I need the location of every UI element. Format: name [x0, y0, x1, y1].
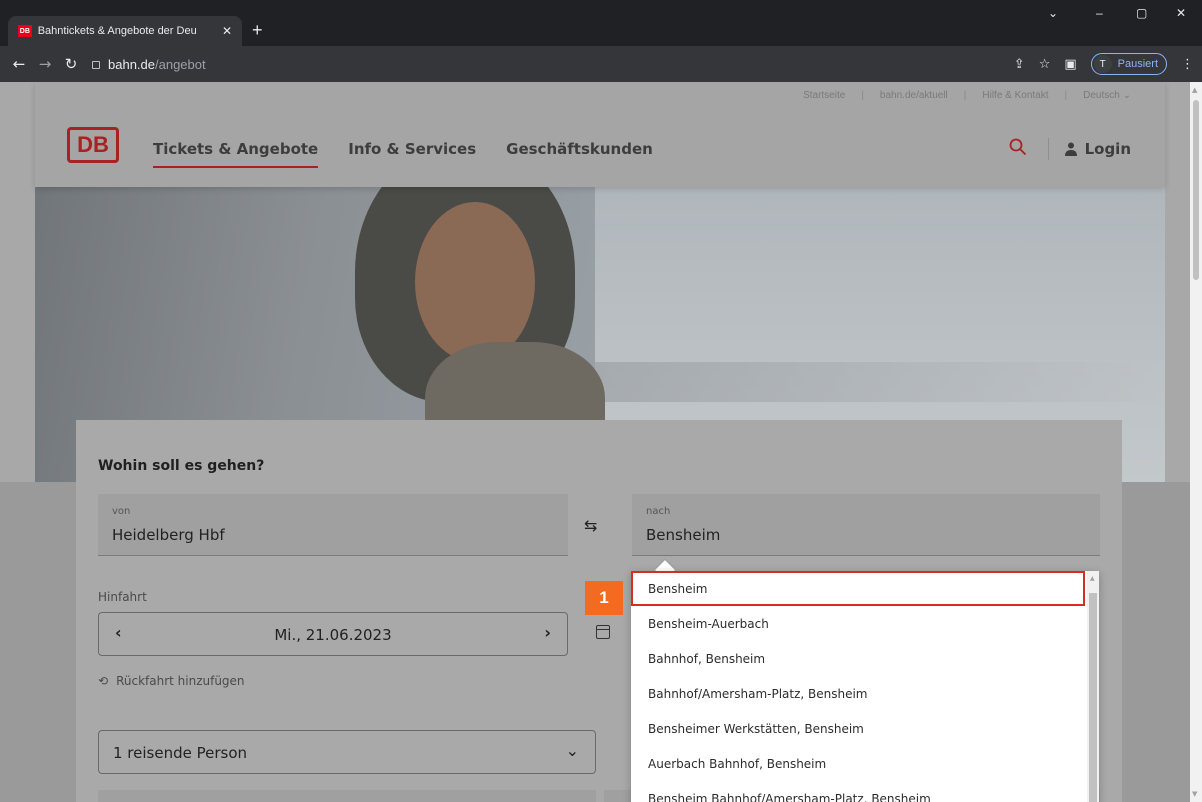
nav-tickets-angebote[interactable]: Tickets & Angebote — [153, 140, 319, 168]
chevron-down-icon: ⌄ — [565, 741, 579, 760]
close-tab-icon[interactable]: ✕ — [222, 24, 232, 38]
url-path: /angebot — [155, 56, 206, 72]
to-value: Bensheim — [646, 526, 721, 544]
separator: | — [861, 90, 864, 101]
utility-nav: Startseite | bahn.de/aktuell | Hilfe & K… — [803, 90, 1131, 101]
avatar: T — [1093, 55, 1112, 73]
back-icon[interactable]: ← — [6, 55, 32, 73]
scroll-down-icon[interactable]: ▼ — [1192, 790, 1197, 798]
language-selector[interactable]: Deutsch ⌄ — [1083, 90, 1131, 101]
main-nav: Tickets & Angebote Info & Services Gesch… — [153, 140, 653, 168]
to-field[interactable]: nach Bensheim — [632, 494, 1100, 556]
return-trip-icon: ⟲ — [98, 674, 109, 688]
from-label: von — [112, 506, 131, 517]
browser-tab[interactable]: DB Bahntickets & Angebote der Deu ✕ — [8, 16, 242, 46]
user-icon — [1064, 142, 1077, 156]
suggestion-item[interactable]: Auerbach Bahnhof, Bensheim — [631, 746, 1099, 781]
swap-icon[interactable]: ⇆ — [584, 516, 597, 535]
profile-button[interactable]: T Pausiert — [1090, 53, 1167, 75]
utility-link-startseite[interactable]: Startseite — [803, 90, 845, 101]
travellers-value: 1 reisende Person — [113, 744, 248, 762]
add-return-link[interactable]: ⟲ Rückfahrt hinzufügen — [98, 674, 245, 688]
site-header: Startseite | bahn.de/aktuell | Hilfe & K… — [35, 82, 1165, 187]
suggestion-item[interactable]: Bensheim Bahnhof/Amersham-Platz, Benshei… — [631, 781, 1099, 802]
suggestion-item[interactable]: Bahnhof/Amersham-Platz, Bensheim — [631, 676, 1099, 711]
utility-link-hilfe[interactable]: Hilfe & Kontakt — [982, 90, 1048, 101]
minimize-icon[interactable]: – — [1096, 6, 1103, 20]
dropdown-scroll-thumb[interactable] — [1089, 593, 1097, 802]
bottom-field-left[interactable] — [98, 790, 596, 802]
menu-kebab-icon[interactable]: ⋮ — [1181, 57, 1194, 72]
address-bar: ← → ↻ bahn.de/angebot ⇪ ☆ ▣ T Pausiert ⋮ — [0, 46, 1202, 82]
scroll-up-icon[interactable]: ▲ — [1090, 575, 1095, 582]
suggestion-item[interactable]: Bahnhof, Bensheim — [631, 641, 1099, 676]
date-value[interactable]: Mi., 21.06.2023 — [99, 626, 567, 644]
url-host: bahn.de — [108, 56, 155, 72]
suggestion-item[interactable]: Bensheim-Auerbach — [631, 606, 1099, 641]
chevron-down-icon: ⌄ — [1122, 90, 1131, 101]
bookmark-star-icon[interactable]: ☆ — [1039, 57, 1051, 72]
return-label: Rückfahrt hinzufügen — [116, 674, 245, 688]
next-day-icon[interactable]: › — [544, 623, 551, 642]
from-field[interactable]: von Heidelberg Hbf — [98, 494, 568, 556]
to-label: nach — [646, 506, 671, 517]
tab-search-icon[interactable]: ⌄ — [1048, 6, 1058, 20]
station-suggestions: Bensheim Bensheim-Auerbach Bahnhof, Bens… — [631, 571, 1099, 802]
step-marker: 1 — [585, 581, 623, 615]
reload-icon[interactable]: ↻ — [58, 55, 84, 73]
search-icon[interactable] — [1009, 138, 1027, 156]
lock-icon — [92, 61, 100, 69]
hero-rail — [595, 362, 1165, 402]
side-panel-icon[interactable]: ▣ — [1064, 57, 1076, 72]
nav-geschaeftskunden[interactable]: Geschäftskunden — [506, 140, 653, 168]
calendar-icon[interactable] — [596, 625, 610, 639]
share-icon[interactable]: ⇪ — [1014, 57, 1025, 72]
new-tab-icon[interactable]: + — [252, 20, 263, 41]
search-title: Wohin soll es gehen? — [98, 458, 265, 474]
url-field[interactable]: bahn.de/angebot — [92, 57, 206, 72]
browser-tab-bar: DB Bahntickets & Angebote der Deu ✕ + ⌄ … — [0, 0, 1202, 46]
suggestion-item[interactable]: Bensheim — [631, 571, 1085, 606]
page-scrollbar[interactable]: ▲ ▼ — [1190, 82, 1202, 802]
nav-info-services[interactable]: Info & Services — [348, 140, 476, 168]
dropdown-scrollbar[interactable]: ▲ — [1087, 571, 1099, 802]
from-value: Heidelberg Hbf — [112, 526, 225, 544]
profile-status: Pausiert — [1117, 58, 1158, 70]
outbound-label: Hinfahrt — [98, 590, 147, 604]
separator: | — [1064, 90, 1068, 101]
scroll-thumb[interactable] — [1193, 100, 1199, 280]
separator: | — [963, 90, 967, 101]
forward-icon[interactable]: → — [32, 55, 58, 73]
db-favicon-icon: DB — [18, 25, 32, 37]
login-button[interactable]: Login — [1064, 140, 1131, 158]
date-selector: ‹ Mi., 21.06.2023 › — [98, 612, 568, 656]
divider — [1048, 138, 1049, 160]
close-window-icon[interactable]: ✕ — [1176, 6, 1186, 20]
language-label: Deutsch — [1083, 90, 1120, 101]
utility-link-aktuell[interactable]: bahn.de/aktuell — [880, 90, 948, 101]
scroll-up-icon[interactable]: ▲ — [1192, 86, 1197, 94]
travellers-select[interactable]: 1 reisende Person ⌄ — [98, 730, 596, 774]
suggestion-item[interactable]: Bensheimer Werkstätten, Bensheim — [631, 711, 1099, 746]
hero-face — [415, 202, 535, 362]
login-label: Login — [1084, 140, 1131, 158]
db-logo[interactable]: DB — [67, 127, 119, 163]
maximize-icon[interactable]: ▢ — [1136, 6, 1147, 20]
tab-title: Bahntickets & Angebote der Deu — [37, 25, 197, 37]
